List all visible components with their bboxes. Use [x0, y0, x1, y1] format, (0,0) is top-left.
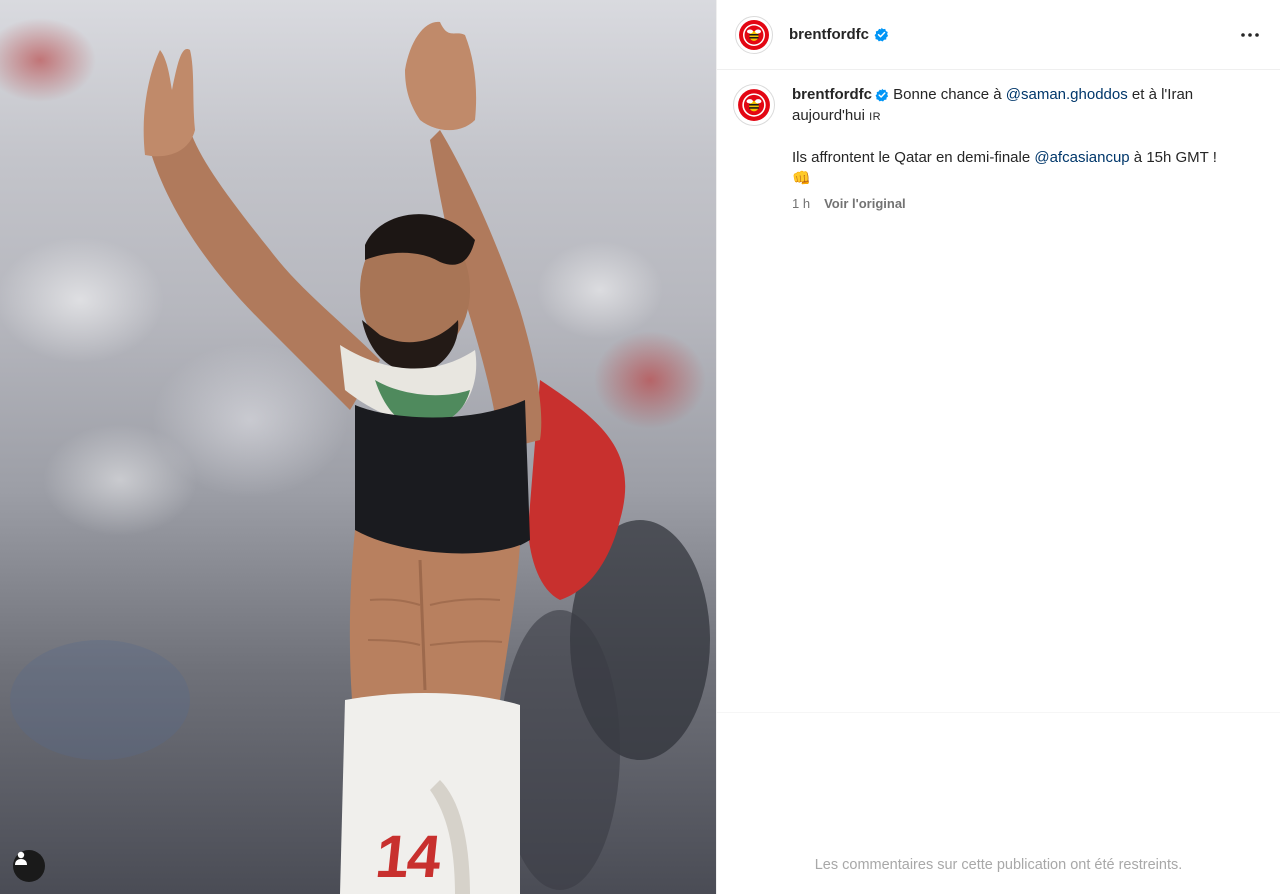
author-username[interactable]: brentfordfc: [789, 26, 869, 43]
caption-username[interactable]: brentfordfc: [792, 86, 872, 103]
caption-body: brentfordfc Bonne chance à @saman.ghoddo…: [792, 84, 1264, 214]
caption-text: Ils affrontent le Qatar en demi-finale: [792, 149, 1035, 166]
post-viewer: 14 brentfordfc brentfordfc Bonne chance …: [0, 0, 1280, 894]
post-caption: brentfordfc Bonne chance à @saman.ghoddo…: [733, 84, 1264, 214]
verified-badge-icon: [874, 27, 889, 42]
more-options-icon: [1241, 32, 1259, 37]
caption-meta: 1 h Voir l'original: [792, 193, 1264, 214]
caption-line-2: Ils affrontent le Qatar en demi-finale @…: [792, 147, 1264, 189]
brentford-bee-crest-icon: [739, 19, 769, 50]
brentford-bee-crest-icon: [738, 89, 770, 121]
verified-badge-icon: [875, 88, 889, 102]
author-avatar[interactable]: [735, 15, 773, 54]
mention-link[interactable]: @afcasiancup: [1034, 149, 1129, 166]
user-icon: [15, 851, 27, 865]
timestamp[interactable]: 1 h: [792, 193, 810, 214]
iran-flag-emoji: IR: [869, 111, 882, 123]
jersey-number: 14: [372, 823, 443, 890]
caption-text: à 15h GMT !: [1129, 149, 1217, 166]
mention-link[interactable]: @saman.ghoddos: [1006, 86, 1128, 103]
post-image[interactable]: 14: [0, 0, 716, 894]
caption-author-avatar[interactable]: [733, 84, 775, 126]
player-illustration: [10, 21, 710, 894]
post-header: brentfordfc: [717, 0, 1280, 70]
see-original-button[interactable]: Voir l'original: [824, 193, 906, 214]
divider: [717, 712, 1280, 713]
tagged-users-button[interactable]: [13, 850, 45, 882]
post-details-panel: brentfordfc brentfordfc Bonne chance à @…: [716, 0, 1280, 894]
fist-emoji: 👊: [792, 170, 811, 187]
comments-restricted-notice: Les commentaires sur cette publication o…: [814, 857, 1183, 873]
more-options-button[interactable]: [1236, 21, 1264, 49]
caption-text: Bonne chance à: [893, 86, 1006, 103]
caption-line-1: brentfordfc Bonne chance à @saman.ghoddo…: [792, 84, 1264, 128]
